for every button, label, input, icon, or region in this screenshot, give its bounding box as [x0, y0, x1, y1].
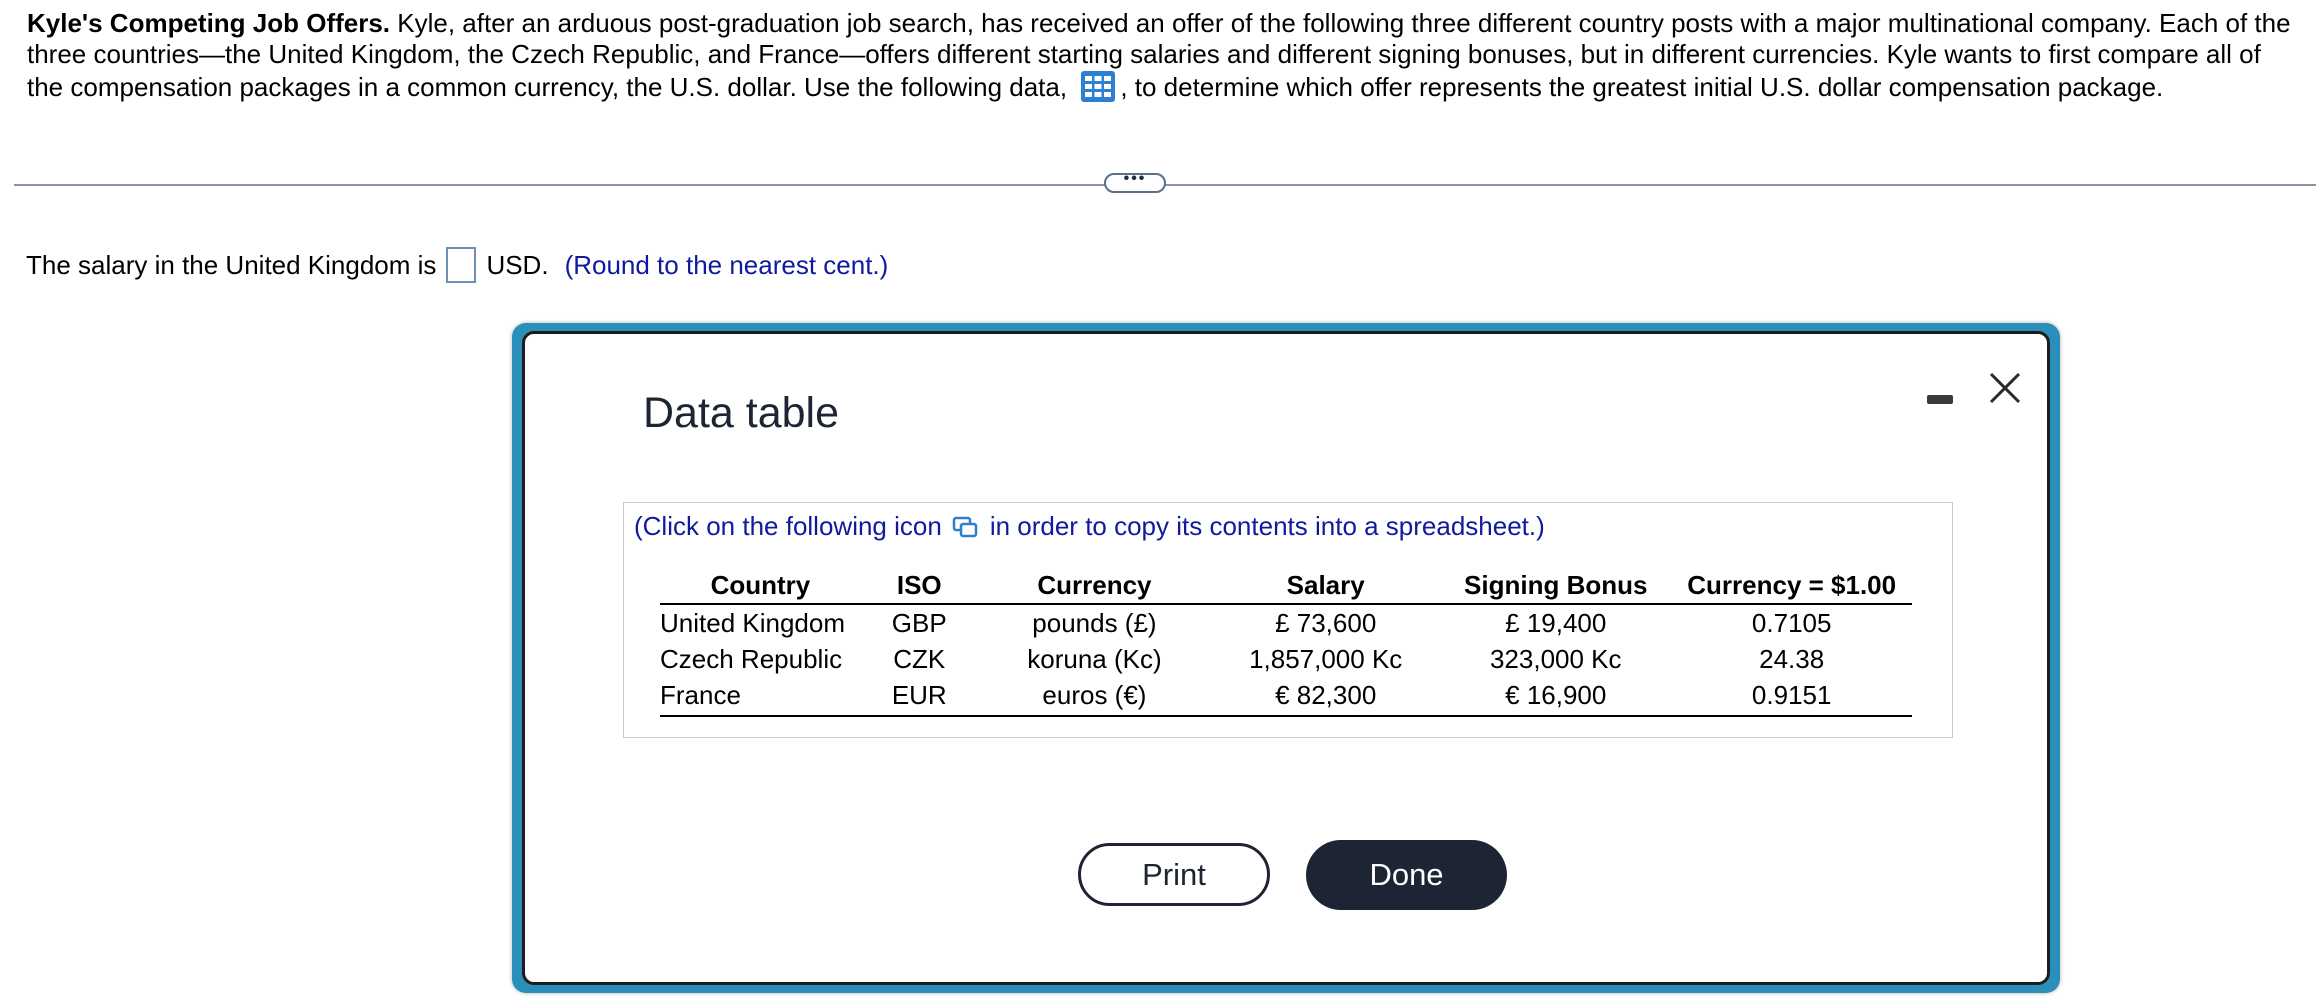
header-salary: Salary	[1211, 569, 1441, 605]
question-row: The salary in the United Kingdom is USD.…	[26, 247, 888, 283]
header-iso: ISO	[860, 569, 978, 605]
header-signing-bonus: Signing Bonus	[1440, 569, 1672, 605]
problem-title: Kyle's Competing Job Offers.	[27, 8, 391, 38]
cell-iso: GBP	[891, 608, 947, 638]
problem-statement: Kyle's Competing Job Offers. Kyle, after…	[27, 8, 2297, 103]
rounding-hint: (Round to the nearest cent.)	[564, 250, 889, 280]
table-header-row: Country ISO Currency Salary Signing Bonu…	[660, 569, 1912, 605]
exchange-data-table: Country ISO Currency Salary Signing Bonu…	[660, 569, 1912, 717]
cell-salary: € 82,300	[1211, 677, 1441, 717]
question-suffix: USD.	[486, 250, 549, 280]
cell-iso: CZK	[893, 644, 946, 674]
data-table-dialog: Data table (Click on the following icon …	[522, 331, 2050, 985]
table-row: Czech Republic CZK koruna (Kc) 1,857,000…	[660, 641, 1912, 677]
header-exchange-rate: Currency = $1.00	[1671, 569, 1912, 605]
table-icon[interactable]	[1080, 70, 1116, 103]
cell-exchange-rate: 0.7105	[1751, 608, 1832, 638]
cell-exchange-rate: 0.9151	[1671, 677, 1912, 717]
cell-country: Czech Republic	[660, 644, 843, 674]
question-prefix: The salary in the United Kingdom is	[26, 250, 437, 280]
table-row: France EUR euros (€) € 82,300 € 16,900 0…	[660, 677, 1912, 717]
cell-salary: £ 73,600	[1275, 608, 1377, 638]
problem-text-2: , to determine which offer represents th…	[1120, 72, 2164, 102]
dots-label: •••	[1123, 170, 1147, 187]
dialog-title: Data table	[643, 389, 840, 437]
minimize-icon[interactable]	[1925, 380, 1955, 410]
print-button[interactable]: Print	[1078, 843, 1270, 906]
copy-icon[interactable]	[952, 515, 978, 539]
header-country: Country	[660, 569, 861, 605]
cell-country: France	[660, 677, 861, 717]
answer-input[interactable]	[446, 247, 477, 283]
copy-note-before: (Click on the following icon	[634, 511, 942, 541]
header-currency: Currency	[977, 569, 1212, 605]
data-table-panel: (Click on the following icon in order to…	[623, 502, 1953, 738]
cell-country: United Kingdom	[660, 608, 845, 638]
cell-currency: pounds (£)	[1032, 608, 1157, 638]
cell-exchange-rate: 24.38	[1759, 644, 1825, 674]
copy-instructions: (Click on the following icon in order to…	[634, 511, 1545, 542]
cell-signing-bonus: £ 19,400	[1505, 608, 1607, 638]
cell-salary: 1,857,000 Kc	[1249, 644, 1403, 674]
cell-signing-bonus: 323,000 Kc	[1489, 644, 1622, 674]
cell-currency: euros (€)	[977, 677, 1212, 717]
cell-currency: koruna (Kc)	[1027, 644, 1162, 674]
copy-note-after: in order to copy its contents into a spr…	[989, 511, 1545, 541]
expand-dots-button[interactable]: •••	[1104, 170, 1166, 193]
done-button[interactable]: Done	[1306, 840, 1507, 910]
table-row: United Kingdom GBP pounds (£) £ 73,600 £…	[660, 604, 1912, 641]
cell-iso: EUR	[860, 677, 978, 717]
cell-signing-bonus: € 16,900	[1440, 677, 1672, 717]
close-icon[interactable]	[1985, 368, 2025, 408]
